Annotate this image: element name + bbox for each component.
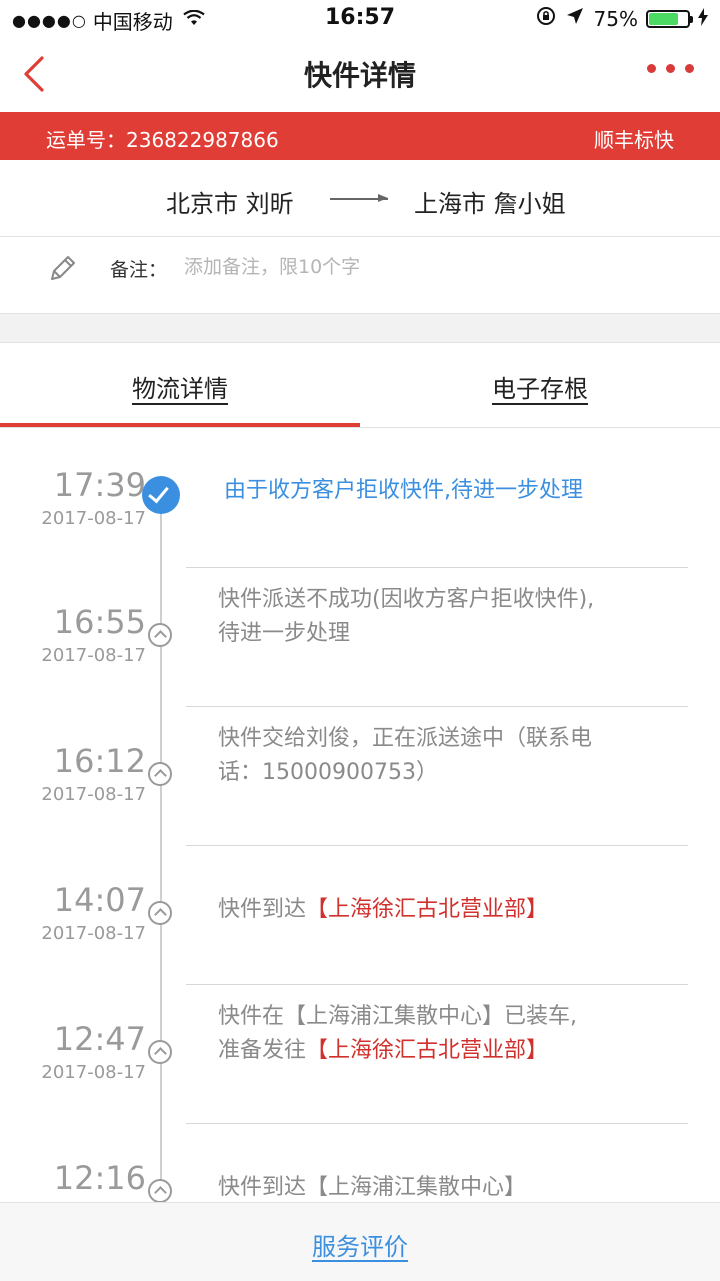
charging-icon (698, 7, 708, 30)
tab-label: 物流详情 (132, 375, 228, 403)
event-description: 由于收方客户拒收快件,待进一步处理 (224, 478, 583, 503)
location-highlight: 【上海徐汇古北营业部】 (306, 897, 549, 922)
chevron-up-icon (148, 623, 172, 647)
tab-logistics[interactable]: 物流详情 (0, 343, 360, 427)
event-description: 快件在【上海浦江集散中心】已装车, 准备发往【上海徐汇古北营业部】 (218, 1004, 577, 1063)
tab-e-receipt[interactable]: 电子存根 (360, 343, 720, 427)
page-title: 快件详情 (303, 59, 416, 92)
timeline-event: 16:12 2017-08-17 快件交给刘俊，正在派送途中（联系电 话：1500… (0, 726, 720, 875)
nav-bar: 快件详情 (0, 36, 720, 112)
event-description: 快件交给刘俊，正在派送途中（联系电 话：15000900753） (218, 726, 593, 785)
active-tab-indicator (0, 423, 360, 427)
timeline-event: 12:47 2017-08-17 快件在【上海浦江集散中心】已装车, 准备发往【上… (0, 1004, 720, 1153)
tab-bar: 物流详情 电子存根 (0, 343, 720, 428)
waybill-bar: 运单号：236822987866 顺丰标快 (0, 112, 720, 160)
battery-icon (646, 9, 693, 28)
tracking-timeline[interactable]: 17:39 2017-08-17 由于收方客户拒收快件,待进一步处理 16:55… (0, 428, 720, 1202)
event-description: 快件到达【上海徐汇古北营业部】 (218, 897, 549, 922)
tab-label: 电子存根 (492, 375, 588, 403)
pencil-icon (51, 256, 75, 280)
remark-row: 备注： (0, 237, 720, 314)
timeline-event: 12:16 快件到达【上海浦江集散中心】 (0, 1153, 720, 1202)
orientation-lock-icon (536, 6, 556, 31)
chevron-up-icon (148, 901, 172, 925)
section-divider (0, 314, 720, 343)
location-arrow-icon (566, 7, 584, 30)
waybill-number: 运单号：236822987866 (46, 128, 279, 152)
battery-percent: 75% (593, 6, 638, 31)
timeline-event: 14:07 2017-08-17 快件到达【上海徐汇古北营业部】 (0, 875, 720, 1014)
event-date: 2017-08-17 (41, 645, 146, 666)
event-time: 14:07 (53, 881, 146, 919)
service-type: 顺丰标快 (594, 128, 674, 152)
chevron-up-icon (148, 1179, 172, 1202)
divider (186, 567, 688, 568)
service-rating-button[interactable]: 服务评价 (312, 1227, 408, 1262)
event-time: 17:39 (53, 466, 146, 504)
divider (186, 1123, 688, 1124)
bottom-bar: 服务评价 (0, 1202, 720, 1281)
remark-label: 备注： (110, 259, 168, 281)
check-circle-icon (142, 476, 180, 514)
divider (186, 984, 688, 985)
event-date: 2017-08-17 (41, 508, 146, 529)
status-bar: ●●●●○ 中国移动 16:57 75% (0, 0, 720, 36)
route-summary: 北京市 刘昕 上海市 詹小姐 (0, 160, 720, 237)
chevron-up-icon (148, 1040, 172, 1064)
remark-input[interactable] (182, 251, 546, 283)
event-time: 12:16 (53, 1159, 146, 1197)
chevron-up-icon (148, 762, 172, 786)
event-time: 12:47 (53, 1020, 146, 1058)
divider (186, 706, 688, 707)
more-dots-icon[interactable] (647, 64, 694, 73)
event-date: 2017-08-17 (41, 923, 146, 944)
sender: 北京市 刘昕 (166, 190, 294, 218)
arrow-right-icon (330, 194, 388, 202)
event-time: 16:55 (53, 603, 146, 641)
recipient: 上海市 詹小姐 (414, 190, 566, 218)
event-description: 快件派送不成功(因收方客户拒收快件), 待进一步处理 (218, 587, 595, 646)
event-date: 2017-08-17 (41, 784, 146, 805)
timeline-event: 16:55 2017-08-17 快件派送不成功(因收方客户拒收快件), 待进一步… (0, 587, 720, 736)
event-date: 2017-08-17 (41, 1062, 146, 1083)
event-time: 16:12 (53, 742, 146, 780)
timeline-event: 17:39 2017-08-17 由于收方客户拒收快件,待进一步处理 (0, 458, 720, 597)
location-highlight: 【上海徐汇古北营业部】 (306, 1038, 549, 1063)
event-description: 快件到达【上海浦江集散中心】 (218, 1175, 527, 1200)
divider (186, 845, 688, 846)
